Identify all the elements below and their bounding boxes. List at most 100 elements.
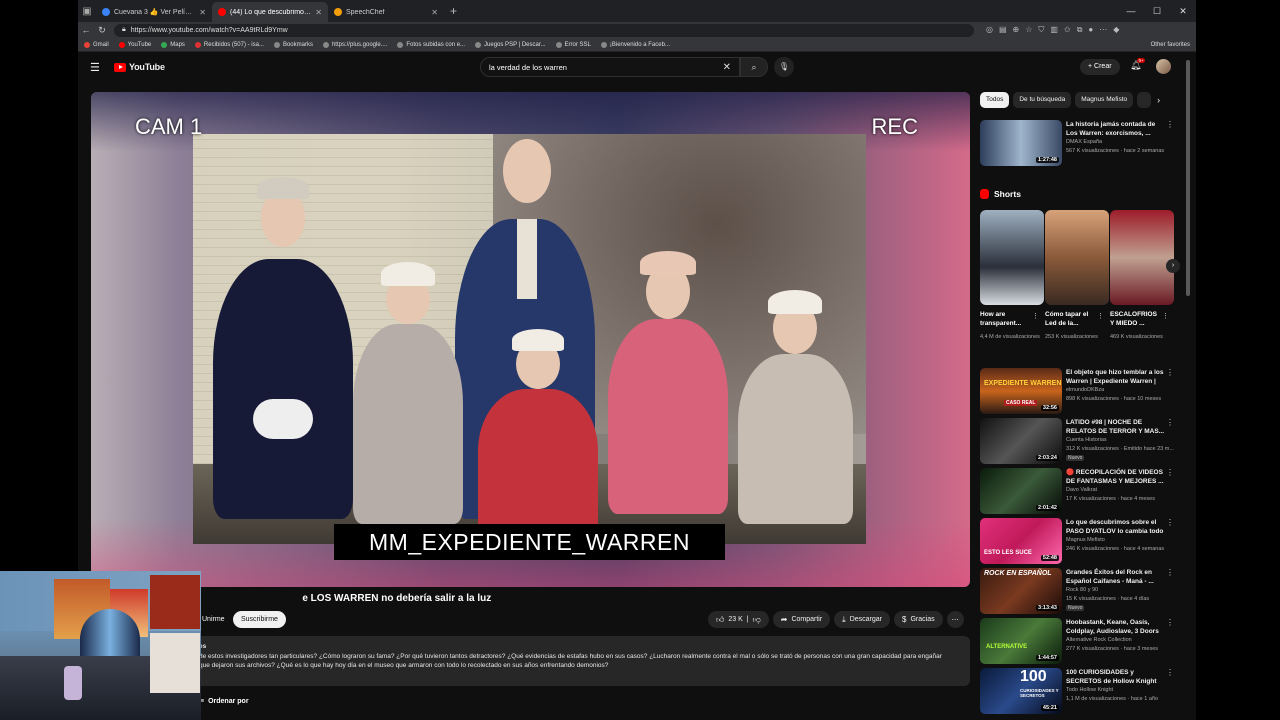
share-button[interactable]: ➦ Compartir	[772, 611, 831, 628]
youtube-logo[interactable]: YouTube	[114, 62, 165, 72]
bookmark-fotos[interactable]: Fotos subidas con e...	[397, 41, 465, 48]
recommendation-title: 100 CURIOSIDADES y SECRETOS de Hollow Kn…	[1066, 669, 1157, 685]
close-window-icon[interactable]: ✕	[1170, 0, 1196, 22]
more-vert-icon[interactable]: ⋮	[1166, 618, 1174, 627]
chip-magnus-mefisto[interactable]: Magnus Mefisto	[1075, 92, 1134, 108]
tab-youtube[interactable]: (44) Lo que descubrimos sob... ✕	[212, 2, 328, 22]
search-input[interactable]: la verdad de los warren ✕	[480, 57, 740, 77]
bookmark-gmail[interactable]: Gmail	[84, 41, 109, 48]
recommendation-item[interactable]: EXPEDIENTE WARREN CASO REAL 32:56 El obj…	[980, 368, 1180, 414]
tab-speechchef[interactable]: SpeechChef ✕	[328, 2, 444, 22]
recommendation-item[interactable]: ROCK EN ESPAÑOL 3:13:43 Grandes Éxitos d…	[980, 568, 1180, 614]
recommendation-title: El objeto que hizo temblar a los Warren …	[1066, 369, 1164, 385]
more-vert-icon[interactable]: ⋮	[1166, 518, 1174, 527]
download-button[interactable]: ⤓ Descargar	[834, 611, 891, 628]
short-title[interactable]: How are transparent...	[980, 310, 1030, 328]
back-icon[interactable]: ←	[78, 25, 94, 35]
more-vert-icon[interactable]: ⋮	[1166, 568, 1174, 577]
menu-dots-icon[interactable]: ⋯	[1099, 25, 1107, 35]
short-title[interactable]: Cómo tapar el Led de la...	[1045, 310, 1095, 328]
cuevana-favicon-icon	[102, 8, 110, 16]
bookmark-maps[interactable]: Maps	[161, 41, 185, 48]
extension-icon[interactable]: ◎	[986, 25, 993, 35]
video-description[interactable]: es de estos investigadores tan particula…	[91, 636, 970, 686]
chip-todos[interactable]: Todos	[980, 92, 1010, 108]
bottle	[64, 666, 82, 700]
thumbs-up-icon: 👍︎	[716, 614, 725, 624]
bookmark-plus-google[interactable]: https://plus.google....	[322, 41, 387, 48]
recommendation-item[interactable]: 1:27:48 La historia jamás contada de Los…	[980, 120, 1180, 166]
reader-icon[interactable]: ▤	[999, 25, 1007, 35]
close-icon[interactable]: ✕	[431, 8, 438, 17]
short-thumbnail[interactable]	[980, 210, 1044, 305]
search-button[interactable]: ⌕	[740, 57, 768, 77]
split-icon[interactable]: ▥	[1050, 25, 1058, 35]
recommendation-item[interactable]: 100 CURIOSIDADES Y SECRETOS 45:21 100 CU…	[980, 668, 1180, 714]
short-title[interactable]: ESCALOFRIOS Y MIEDO ...	[1110, 310, 1160, 328]
page-scrollbar[interactable]	[1186, 60, 1190, 296]
recommendation-title: Grandes Éxitos del Rock en Español Caifa…	[1066, 569, 1154, 585]
rec-label: REC	[871, 114, 918, 139]
join-button[interactable]: Unirme	[196, 612, 231, 628]
create-button[interactable]: + Crear	[1080, 59, 1120, 75]
more-vert-icon[interactable]: ⋮	[1166, 468, 1174, 477]
recommendation-item[interactable]: ALTERNATIVE 1:44:57 Hoobastank, Keane, O…	[980, 618, 1180, 664]
more-vert-icon[interactable]: ⋮	[1166, 120, 1174, 129]
profile-icon[interactable]: ●	[1088, 25, 1093, 35]
like-button[interactable]: 👍︎ 23 K | 👎︎	[708, 611, 769, 628]
bookmark-recibidos[interactable]: Recibidos (507) - isa...	[194, 41, 264, 48]
close-icon[interactable]: ✕	[199, 8, 206, 17]
new-tab-button[interactable]: +	[444, 4, 463, 18]
bookmarks-bar: Gmail YouTube Maps Recibidos (507) - isa…	[78, 38, 1196, 52]
avatar[interactable]	[1156, 59, 1171, 74]
reload-icon[interactable]: ↻	[94, 25, 110, 36]
shield-icon[interactable]: ⛉	[1038, 25, 1044, 35]
recommendation-item[interactable]: ESTO LES SUCE 52:48 Lo que descubrimos s…	[980, 518, 1180, 564]
url-bar[interactable]: 🔒︎ https://www.youtube.com/watch?v=AA9tR…	[114, 23, 974, 37]
chip-more[interactable]	[1137, 92, 1152, 108]
maximize-icon[interactable]: ☐	[1144, 0, 1170, 22]
short-views: 4,4 M de visualizaciones	[980, 334, 1040, 340]
short-thumbnail[interactable]	[1045, 210, 1109, 305]
clear-search-icon[interactable]: ✕	[723, 62, 731, 73]
comments-sort[interactable]: ≡ Ordenar por	[200, 698, 249, 705]
close-icon[interactable]: ✕	[315, 8, 322, 17]
more-vert-icon[interactable]: ⋮	[1162, 312, 1169, 320]
bookmark-bookmarks[interactable]: Bookmarks	[273, 41, 313, 48]
chevron-right-icon[interactable]: ›	[1157, 92, 1160, 108]
collections-icon[interactable]: ⧉	[1077, 25, 1083, 35]
other-favorites[interactable]: Other favorites	[1151, 38, 1190, 52]
favorites-icon[interactable]: ✩	[1064, 25, 1071, 35]
description-line: de estos investigadores tan particulares…	[199, 652, 942, 660]
more-vert-icon[interactable]: ⋮	[1166, 668, 1174, 677]
copilot-icon[interactable]: ◆	[1113, 25, 1119, 35]
recommendation-item[interactable]: 2:03:24 LATIDO #98 | NOCHE DE RELATOS DE…	[980, 418, 1180, 464]
more-actions-button[interactable]: ⋯	[946, 611, 964, 628]
webcam-overlay	[0, 571, 201, 720]
minimize-icon[interactable]: —	[1118, 0, 1144, 22]
bookmark-error-ssl[interactable]: Error SSL	[555, 41, 591, 48]
thumbs-down-icon[interactable]: 👎︎	[753, 615, 761, 625]
more-vert-icon[interactable]: ⋮	[1166, 418, 1174, 427]
bookmark-youtube[interactable]: YouTube	[118, 41, 151, 48]
bookmark-facebook[interactable]: ¡Bienvenido a Faceb...	[600, 41, 670, 48]
chip-de-tu-busqueda[interactable]: De tu búsqueda	[1013, 92, 1072, 108]
logo-text: YouTube	[129, 62, 165, 72]
favorite-star-icon[interactable]: ☆	[1025, 25, 1032, 35]
shorts-next-button[interactable]: ›	[1166, 259, 1180, 273]
zoom-icon[interactable]: ⊕	[1013, 25, 1020, 35]
short-thumbnail[interactable]	[1110, 210, 1174, 305]
thanks-button[interactable]: $ Gracias	[894, 611, 943, 628]
tab-cuevana[interactable]: Cuevana 3 👍 Ver Películas o Se... ✕	[96, 2, 212, 22]
voice-search-button[interactable]: 🎙︎	[774, 57, 794, 77]
video-player[interactable]: CAM 1 REC MM_EXPEDIENTE_WARREN	[91, 92, 970, 587]
hat	[512, 329, 564, 351]
recommendation-item[interactable]: 2:01:42 🔴 RECOPILACIÓN DE VIDEOS DE FANT…	[980, 468, 1180, 514]
more-vert-icon[interactable]: ⋮	[1097, 312, 1104, 320]
subscribe-button[interactable]: Suscribirme	[233, 611, 286, 628]
more-vert-icon[interactable]: ⋮	[1032, 312, 1039, 320]
more-vert-icon[interactable]: ⋮	[1166, 368, 1174, 377]
hamburger-menu-icon[interactable]: ☰	[90, 61, 106, 74]
bookmark-juegos-psp[interactable]: Juegos PSP | Descar...	[475, 41, 546, 48]
window-menu-icon[interactable]: ▣	[78, 0, 96, 22]
